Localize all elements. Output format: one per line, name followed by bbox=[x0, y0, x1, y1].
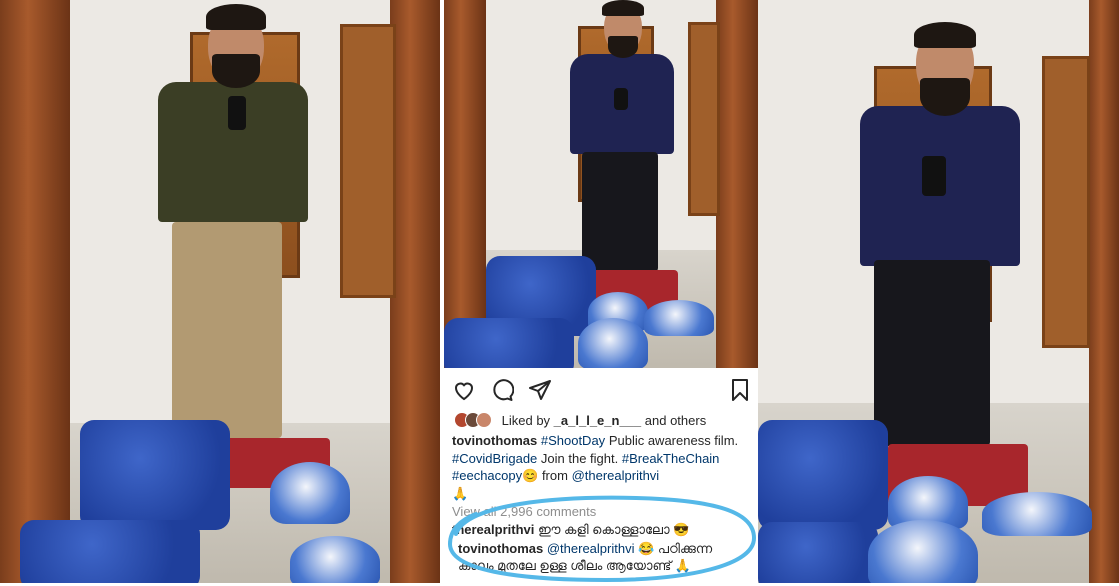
caption: tovinothomas #ShootDay Public awareness … bbox=[452, 432, 752, 502]
emoji: 😊 bbox=[522, 468, 539, 483]
liked-by-user[interactable]: _a_l_l_e_n___ bbox=[554, 413, 641, 428]
liked-by-suffix: and others bbox=[644, 412, 707, 428]
reply-comment: tovinothomas @therealprithvi 😂 പഠിക്കുന്… bbox=[458, 540, 748, 574]
bookmark-icon[interactable] bbox=[728, 378, 752, 402]
caption-text: from bbox=[541, 468, 568, 483]
instagram-post-panel: Liked by _a_l_l_e_n___ and others tovino… bbox=[444, 368, 758, 583]
comment-username[interactable]: therealprithvi bbox=[452, 522, 534, 537]
liker-avatars bbox=[454, 412, 492, 431]
hashtag[interactable]: #CovidBrigade bbox=[452, 451, 537, 466]
person bbox=[150, 0, 320, 440]
person bbox=[858, 20, 1038, 450]
mirror-frame-right bbox=[1089, 0, 1119, 583]
kit-bag bbox=[80, 420, 230, 530]
cap bbox=[578, 318, 648, 370]
comment-icon[interactable] bbox=[490, 378, 514, 402]
comment-username[interactable]: tovinothomas bbox=[458, 541, 543, 556]
person bbox=[568, 0, 678, 300]
left-photo bbox=[0, 0, 440, 583]
kit-bag bbox=[758, 420, 888, 530]
cap bbox=[644, 300, 714, 336]
hashtag[interactable]: #BreakTheChain bbox=[622, 451, 720, 466]
caption-text: Public awareness film. bbox=[608, 433, 739, 448]
shelf bbox=[340, 24, 396, 298]
cap bbox=[982, 492, 1092, 536]
comment-text: ഈ കളി കൊള്ളാലോ 😎 bbox=[537, 522, 690, 537]
emoji: 🙏 bbox=[452, 485, 469, 501]
view-all-comments-link[interactable]: View all 2,996 comments bbox=[452, 504, 596, 519]
hashtag[interactable]: #eechacopy bbox=[452, 468, 522, 483]
cap bbox=[270, 462, 350, 524]
shelf bbox=[1042, 56, 1090, 348]
right-photo bbox=[758, 0, 1119, 583]
kit-bag bbox=[444, 318, 574, 370]
mirror-frame-left bbox=[444, 0, 486, 370]
mirror-frame-left bbox=[0, 0, 70, 583]
kit-bag bbox=[20, 520, 200, 583]
shelf bbox=[688, 22, 720, 216]
share-icon[interactable] bbox=[528, 378, 552, 402]
mirror-frame-right bbox=[390, 0, 440, 583]
middle-photo bbox=[444, 0, 758, 370]
liked-by-prefix: Liked by bbox=[501, 412, 551, 428]
avatar bbox=[476, 412, 492, 428]
kit-bag bbox=[758, 522, 878, 583]
mirror-frame-right bbox=[716, 0, 758, 370]
mention[interactable]: @therealprithvi bbox=[547, 541, 635, 556]
action-bar bbox=[452, 378, 750, 402]
liked-by-line: Liked by _a_l_l_e_n___ and others bbox=[454, 412, 706, 431]
heart-icon[interactable] bbox=[452, 378, 476, 402]
cap bbox=[868, 520, 978, 583]
mention[interactable]: @therealprithvi bbox=[572, 468, 660, 483]
caption-username[interactable]: tovinothomas bbox=[452, 433, 537, 448]
cap bbox=[290, 536, 380, 583]
comment: therealprithvi ഈ കളി കൊള്ളാലോ 😎 bbox=[452, 522, 689, 538]
hashtag[interactable]: #ShootDay bbox=[541, 433, 605, 448]
caption-text: Join the fight. bbox=[540, 450, 619, 466]
